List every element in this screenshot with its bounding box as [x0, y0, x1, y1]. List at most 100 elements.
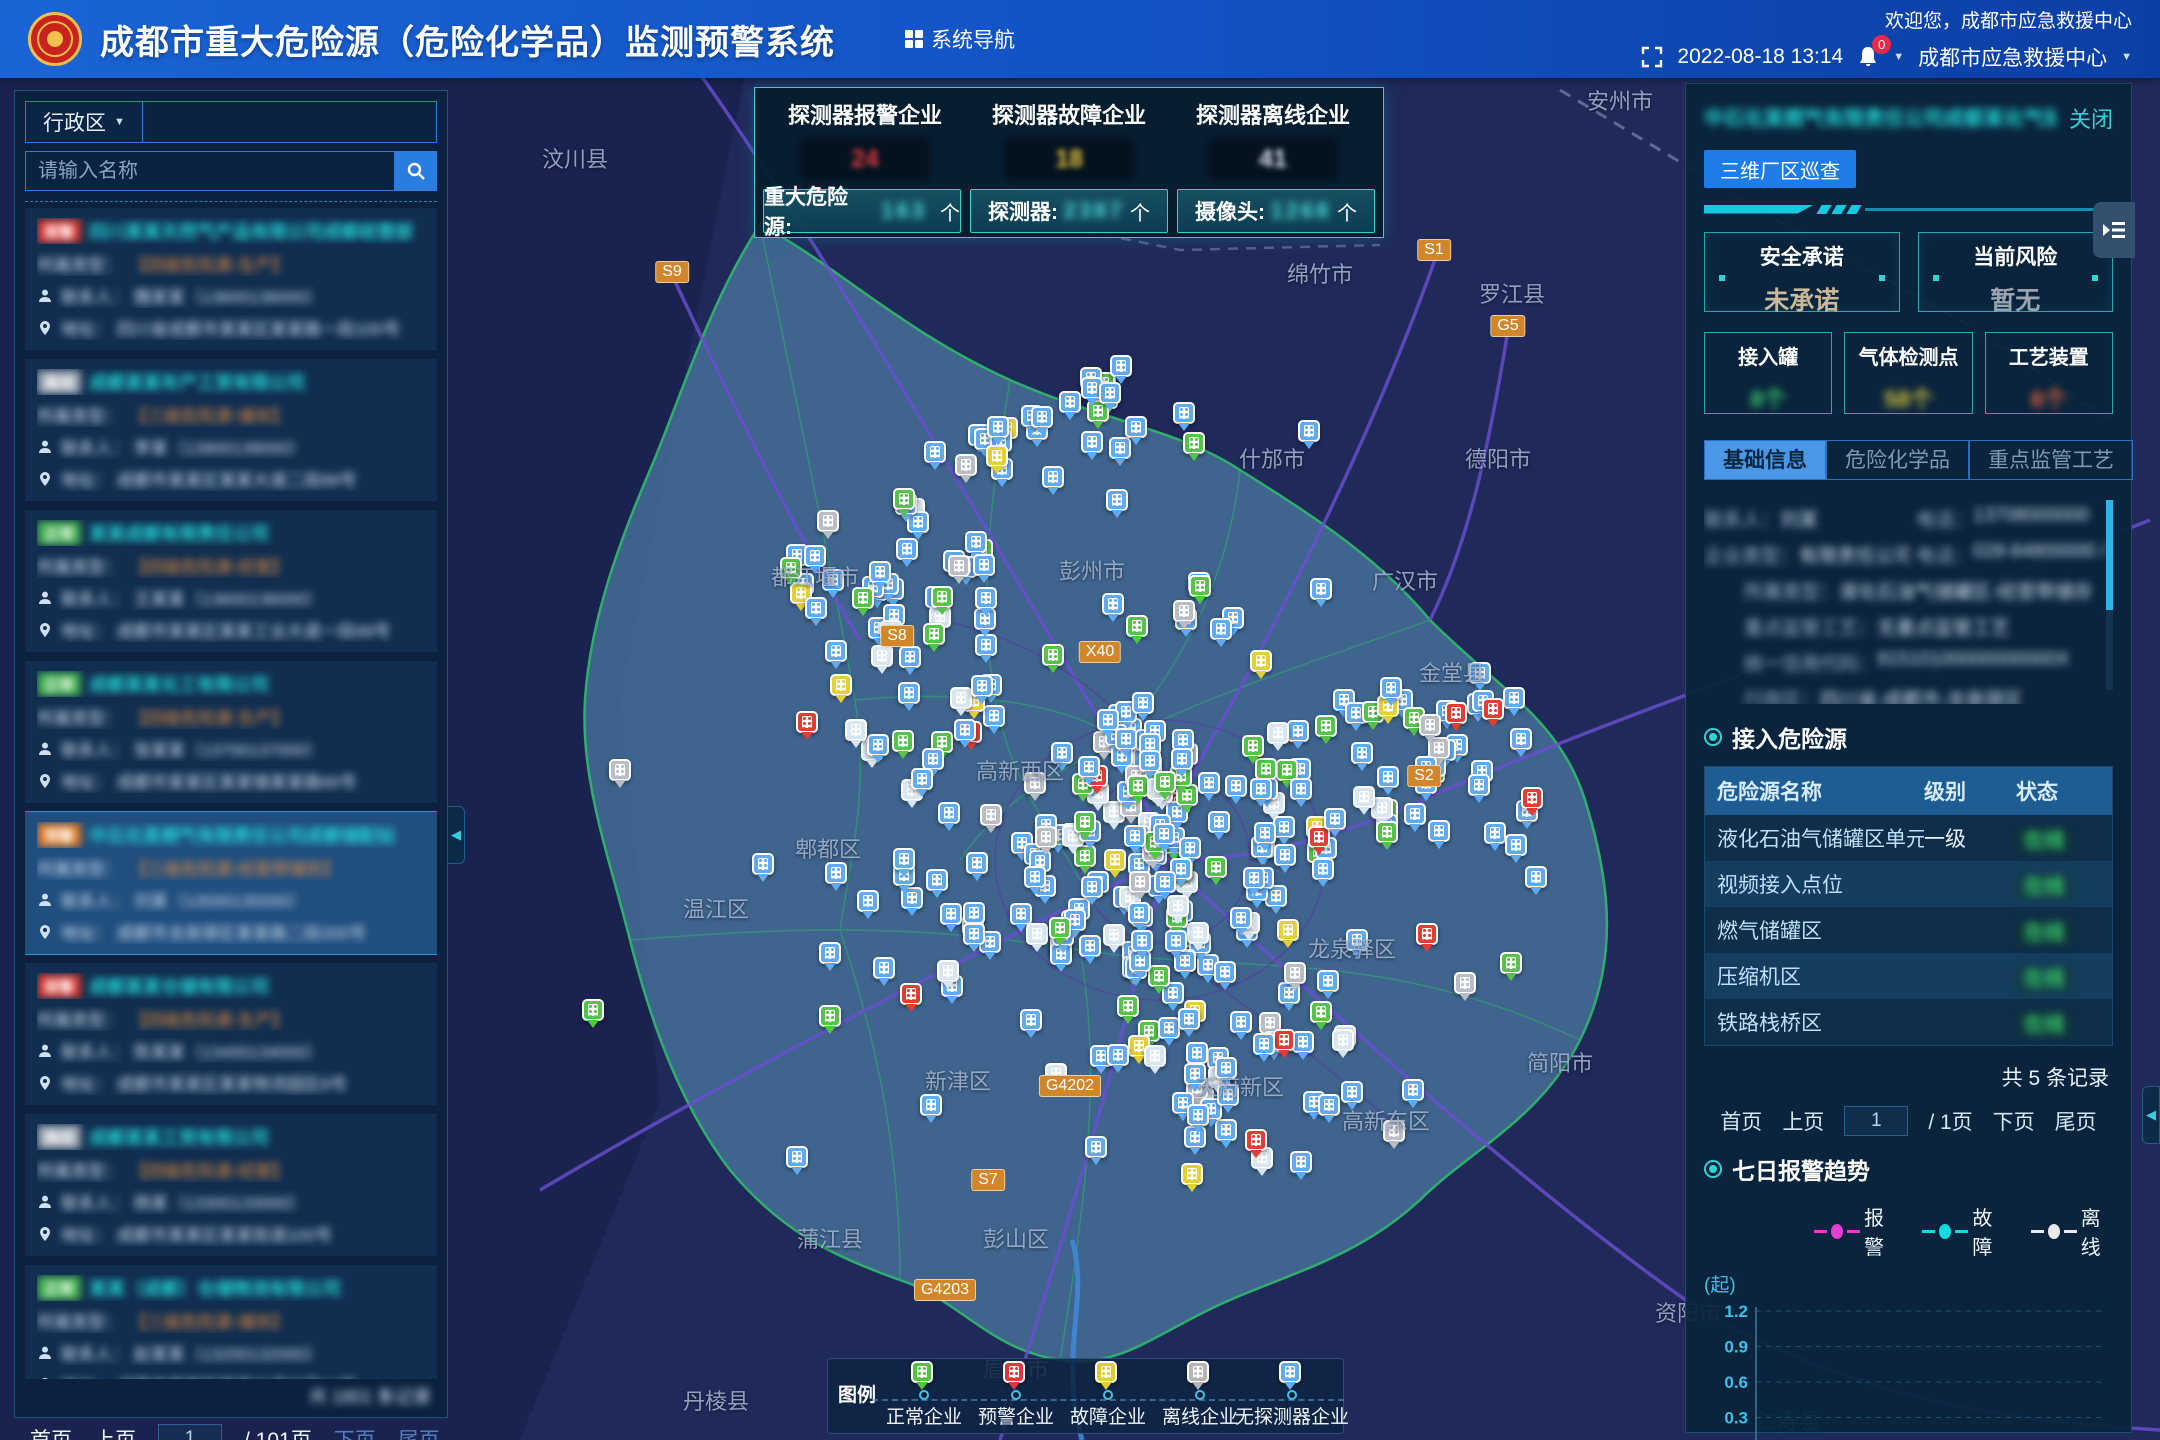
search-button[interactable] [395, 151, 437, 191]
company-list-item[interactable]: 报警成都某某仓储有限公司所属类型：【四级危险源-生产】联系人： 陈某某（1340… [25, 963, 437, 1105]
hazard-pg-last[interactable]: 尾页 [2055, 1106, 2097, 1136]
sidebar-divider [25, 201, 437, 202]
type-label: 所属类型： [37, 704, 122, 729]
company-name: 成都某某工贸有限公司 [89, 1124, 269, 1150]
company-list-item[interactable]: 正常成都某某化工有限公司所属类型：【四级危险源-生产】联系人： 张某某（1370… [25, 661, 437, 803]
trend-legend-item[interactable]: 报警 [1814, 1202, 1896, 1260]
pagination-prev[interactable]: 上页 [94, 1424, 136, 1440]
hazard-table-row[interactable]: 压缩机区在线 [1705, 953, 2112, 999]
address-value: 地址： 成都市某某区某某大道三段12号 [61, 1372, 357, 1379]
notification-bell-icon[interactable]: 0 [1857, 45, 1879, 69]
fullscreen-icon[interactable] [1641, 46, 1663, 68]
counter-unit: 个 [1337, 197, 1357, 226]
district-caret-icon: ▼ [114, 116, 125, 128]
type-value: 【三级危险源-储存】 [130, 402, 289, 427]
company-item-type: 所属类型：【四级危险源-生产】 [37, 1006, 425, 1031]
equipment-counts-row: 接入罐8个气体检测点58个工艺装置6个 [1704, 332, 2113, 414]
hazard-table-row[interactable]: 视频接入点位在线 [1705, 861, 2112, 907]
company-item-type: 所属类型：【三级危险源-经营带储存】 [37, 855, 425, 880]
legend-pin-icon [911, 1361, 937, 1387]
legend-line [2064, 1230, 2077, 1233]
company-name: 成都某某年产工贸有限公司 [89, 369, 305, 395]
company-list-item[interactable]: 正常某某成都有限责任公司所属类型：【四级危险源-经营】联系人： 王某某（1360… [25, 510, 437, 652]
info-scrollbar[interactable] [2106, 500, 2113, 690]
map-legend-items: 正常企业预警企业故障企业离线企业无探测器企业 [872, 1363, 1344, 1429]
legend-dot [1103, 1390, 1113, 1400]
company-list-item[interactable]: 离线成都某某工贸有限公司所属类型：【四级危险源-经营】联系人： 杨某（13300… [25, 1114, 437, 1256]
close-button[interactable]: 关闭 [2069, 102, 2113, 134]
status-badge: 正常 [37, 1276, 81, 1300]
company-item-type: 所属类型：【三级危险源-储存】 [37, 402, 425, 427]
company-item-header: 报警四川某某天然气产品有限公司成都经营部 [37, 218, 425, 244]
pagination-last[interactable]: 尾页 [398, 1424, 440, 1440]
company-name: 中石化某燃气有限责任公司成都储配站 [89, 822, 395, 848]
pagination-first[interactable]: 首页 [30, 1424, 72, 1440]
hazard-pg-input[interactable] [1844, 1106, 1908, 1136]
info-row: 企业类型：有限责任公司电话：028-84800000 / 13408000000 [1704, 541, 2113, 568]
legend-pin-icon [1279, 1361, 1305, 1387]
company-item-type: 所属类型：【三级危险源-储存】 [37, 1308, 425, 1333]
pagination-next[interactable]: 下页 [334, 1424, 376, 1440]
current-risk-value: 暂无 [1990, 281, 2040, 317]
type-value: 【三级危险源-储存】 [130, 1308, 289, 1333]
tab-重点监管工艺[interactable]: 重点监管工艺 [1969, 440, 2133, 480]
hazard-pg-first[interactable]: 首页 [1720, 1106, 1762, 1136]
company-item-header: 离线成都某某工贸有限公司 [37, 1124, 425, 1150]
counter-pill: 重大危险源:163个 [763, 189, 961, 233]
panel-flyout-button[interactable] [2093, 202, 2135, 258]
trend-legend-item[interactable]: 离线 [2031, 1202, 2113, 1260]
pagination-page-input[interactable] [158, 1424, 222, 1440]
company-item-header: 正常某某（成都）仓储物流有限公司 [37, 1275, 425, 1301]
hazard-status-chip: 在线 [2016, 828, 2072, 854]
legend-pin-shape [1187, 1361, 1209, 1383]
legend-pin-shape [1003, 1361, 1025, 1383]
address-value: 地址： 成都市某某区某某工业大道一段99号 [61, 617, 391, 642]
district-value-input[interactable] [143, 101, 437, 143]
bell-caret-icon: ▼ [1893, 51, 1904, 63]
counter-pill: 摄像头:1268个 [1177, 189, 1375, 233]
legend-item: 正常企业 [878, 1363, 970, 1429]
tab-基础信息[interactable]: 基础信息 [1704, 440, 1826, 480]
panel-collapse-handle[interactable]: ◀ [2142, 1086, 2160, 1144]
hazard-table-row[interactable]: 铁路栈桥区在线 [1705, 999, 2112, 1045]
legend-item: 预警企业 [970, 1363, 1062, 1429]
company-item-address: 地址： 四川省成都市某某区某某路一段100号 [37, 315, 425, 340]
company-list-item[interactable]: 离线成都某某年产工贸有限公司所属类型：【三级危险源-储存】联系人： 李某（139… [25, 359, 437, 501]
company-list-item[interactable]: 预警中石化某燃气有限责任公司成都储配站所属类型：【三级危险源-经营带储存】联系人… [25, 812, 437, 954]
contact-value: 联系人： 张某某（13700137000） [61, 736, 323, 761]
system-nav-menu[interactable]: 系统导航 [905, 24, 1015, 54]
hazard-pg-prev[interactable]: 上页 [1782, 1106, 1824, 1136]
company-list-item[interactable]: 报警四川某某天然气产品有限公司成都经营部所属类型：【四级危险源-生产】联系人： … [25, 208, 437, 350]
trend-unit-label: (起) [1704, 1270, 2113, 1297]
legend-series-label: 故障 [1972, 1202, 2004, 1260]
hazard-table-row[interactable]: 燃气储罐区在线 [1705, 907, 2112, 953]
trend-legend-item[interactable]: 故障 [1922, 1202, 2004, 1260]
counter-unit: 个 [1130, 197, 1150, 226]
hazard-table-row[interactable]: 液化石油气储罐区单元一级在线 [1705, 815, 2112, 861]
hazard-status-chip: 在线 [2016, 874, 2072, 900]
legend-series-dot [1831, 1224, 1843, 1239]
hazard-pg-next[interactable]: 下页 [1993, 1106, 2035, 1136]
svg-text:1.2: 1.2 [1724, 1302, 1748, 1321]
company-list-item[interactable]: 正常某某（成都）仓储物流有限公司所属类型：【三级危险源-储存】联系人： 赵某某（… [25, 1265, 437, 1379]
company-list-pagination: 首页 上页 / 101页 下页 尾页 [30, 1424, 450, 1440]
user-menu[interactable]: 成都市应急救援中心 [1918, 42, 2107, 72]
sidebar-collapse-handle[interactable]: ◀ [447, 806, 465, 864]
legend-series-label: 报警 [1864, 1202, 1896, 1260]
info-field: 联系人：刘某 [1704, 505, 1910, 532]
type-value: 【三级危险源-经营带储存】 [130, 855, 340, 880]
search-input[interactable] [25, 151, 395, 191]
legend-label: 故障企业 [1070, 1402, 1146, 1429]
legend-line [2031, 1230, 2044, 1233]
detail-divider [1704, 204, 2113, 214]
patrol-3d-button[interactable]: 三维厂区巡查 [1704, 150, 1856, 188]
company-item-contact: 联系人： 刘某（13500135000） [37, 887, 425, 912]
district-dropdown[interactable]: 行政区 ▼ [25, 101, 143, 143]
legend-label: 预警企业 [978, 1402, 1054, 1429]
company-item-contact: 联系人： 张某某（13700137000） [37, 736, 425, 761]
counter-pill: 探测器:2387个 [970, 189, 1168, 233]
grid-icon [905, 30, 923, 48]
tab-危险化学品[interactable]: 危险化学品 [1826, 440, 1969, 480]
counter-unit: 个 [940, 197, 960, 226]
legend-line [1847, 1230, 1860, 1233]
